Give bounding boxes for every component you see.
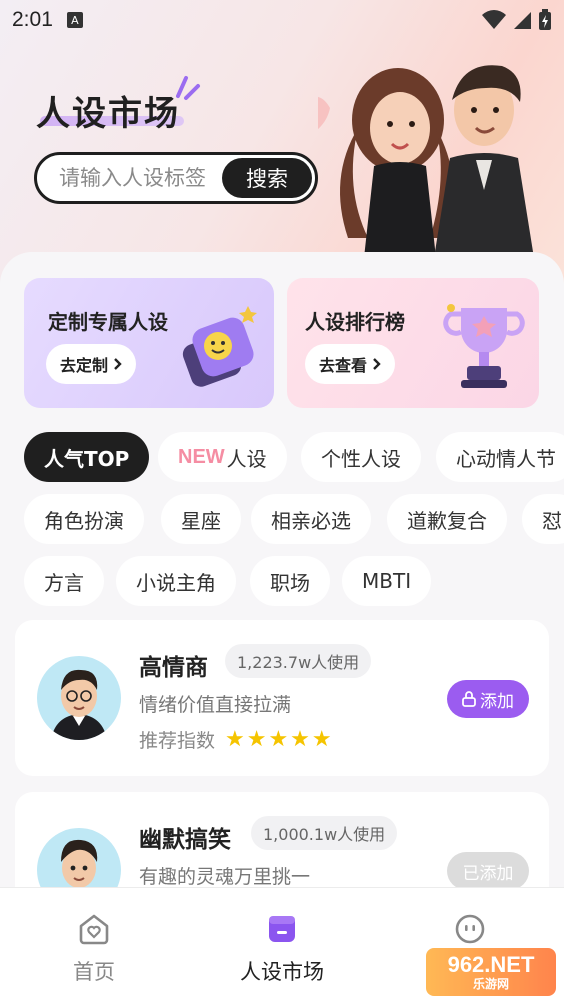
tab-market[interactable]: 人设市场 xyxy=(222,912,342,986)
status-icons xyxy=(482,9,552,31)
avatar xyxy=(37,656,121,740)
tag-apology[interactable]: 道歉复合 xyxy=(387,494,507,544)
tag-blind-date[interactable]: 相亲必选 xyxy=(251,494,371,544)
tab-home-label: 首页 xyxy=(73,960,115,984)
usage-badge: 1,000.1w人使用 xyxy=(251,816,398,850)
watermark-sub: 乐游网 xyxy=(472,976,509,991)
custom-card-button-label: 去定制 xyxy=(60,356,109,375)
tag-new-persona[interactable]: NEW 人设 xyxy=(158,432,287,482)
tab-profile[interactable] xyxy=(410,912,530,950)
spark-icon xyxy=(176,76,200,100)
tag-sass[interactable]: 怼 xyxy=(522,494,564,544)
ranking-card-button-label: 去查看 xyxy=(319,356,368,375)
ranking-card-title: 人设排行榜 xyxy=(305,310,405,334)
site-watermark: 962.NET 乐游网 xyxy=(426,948,556,996)
battery-icon xyxy=(539,9,551,30)
persona-description: 有趣的灵魂万里挑一 xyxy=(139,866,311,888)
custom-card-title: 定制专属人设 xyxy=(48,310,168,334)
a-badge-icon: A xyxy=(66,12,83,28)
tag-novel-lead[interactable]: 小说主角 xyxy=(116,556,236,606)
persona-name: 幽默搞笑 xyxy=(139,827,231,853)
tag-personality[interactable]: 个性人设 xyxy=(301,432,421,482)
signal-icon xyxy=(514,12,531,29)
chevron-right-icon xyxy=(114,358,122,370)
trophy-icon xyxy=(443,304,525,388)
persona-card[interactable]: 高情商 1,223.7w人使用 情绪价值直接拉满 推荐指数 ★★★★★ 添加 xyxy=(15,620,549,776)
tab-home[interactable]: 首页 xyxy=(34,912,154,986)
wifi-icon xyxy=(482,10,506,29)
usage-badge: 1,223.7w人使用 xyxy=(225,644,372,678)
bottom-tab-bar: 首页 人设市场 962.NET 乐游网 xyxy=(0,888,564,1004)
status-time: 2:01 xyxy=(12,8,53,31)
recommend-score: 推荐指数 ★★★★★ xyxy=(139,726,334,753)
tag-roleplay[interactable]: 角色扮演 xyxy=(24,494,144,544)
home-heart-icon xyxy=(79,914,109,945)
star-rating-icon: ★★★★★ xyxy=(225,727,334,752)
couple-illustration xyxy=(318,65,534,258)
custom-persona-card[interactable]: 定制专属人设 去定制 xyxy=(24,278,274,408)
add-button-label: 添加 xyxy=(480,691,514,712)
watermark-brand: 962.NET xyxy=(447,952,535,978)
page-title: 人设市场 xyxy=(36,94,180,134)
tag-valentine[interactable]: 心动情人节 xyxy=(436,432,564,482)
search-input[interactable] xyxy=(37,166,227,190)
chevron-right-icon xyxy=(373,358,381,370)
tab-market-label: 人设市场 xyxy=(240,960,324,984)
new-badge: NEW xyxy=(178,445,225,468)
tag-mbti[interactable]: MBTI xyxy=(342,556,432,606)
market-icon xyxy=(269,916,295,942)
lock-icon xyxy=(462,691,476,707)
main-content: 定制专属人设 去定制 人设排行榜 去查看 人气TOP NEW 人设 个性人设 心… xyxy=(0,252,564,948)
tag-new-persona-label: 人设 xyxy=(226,446,267,471)
ranking-card-button[interactable]: 去查看 xyxy=(305,344,396,384)
ranking-card[interactable]: 人设排行榜 去查看 xyxy=(287,278,539,408)
add-button[interactable]: 添加 xyxy=(447,680,529,718)
tag-popular-top[interactable]: 人气TOP xyxy=(24,432,150,482)
tag-dialect[interactable]: 方言 xyxy=(24,556,104,606)
tag-workplace[interactable]: 职场 xyxy=(250,556,330,606)
persona-description: 情绪价值直接拉满 xyxy=(139,694,292,716)
status-bar: 2:01 A xyxy=(0,0,564,40)
tag-smile-icon xyxy=(182,306,257,387)
tag-zodiac[interactable]: 星座 xyxy=(161,494,241,544)
smile-face-icon xyxy=(455,914,485,944)
added-button[interactable]: 已添加 xyxy=(447,852,529,890)
persona-name: 高情商 xyxy=(139,655,208,681)
search-button[interactable]: 搜索 xyxy=(222,158,312,198)
score-label: 推荐指数 xyxy=(139,730,216,752)
custom-card-button[interactable]: 去定制 xyxy=(46,344,137,384)
avatar-glasses-man xyxy=(51,669,107,740)
search-box[interactable]: 搜索 xyxy=(34,152,318,204)
